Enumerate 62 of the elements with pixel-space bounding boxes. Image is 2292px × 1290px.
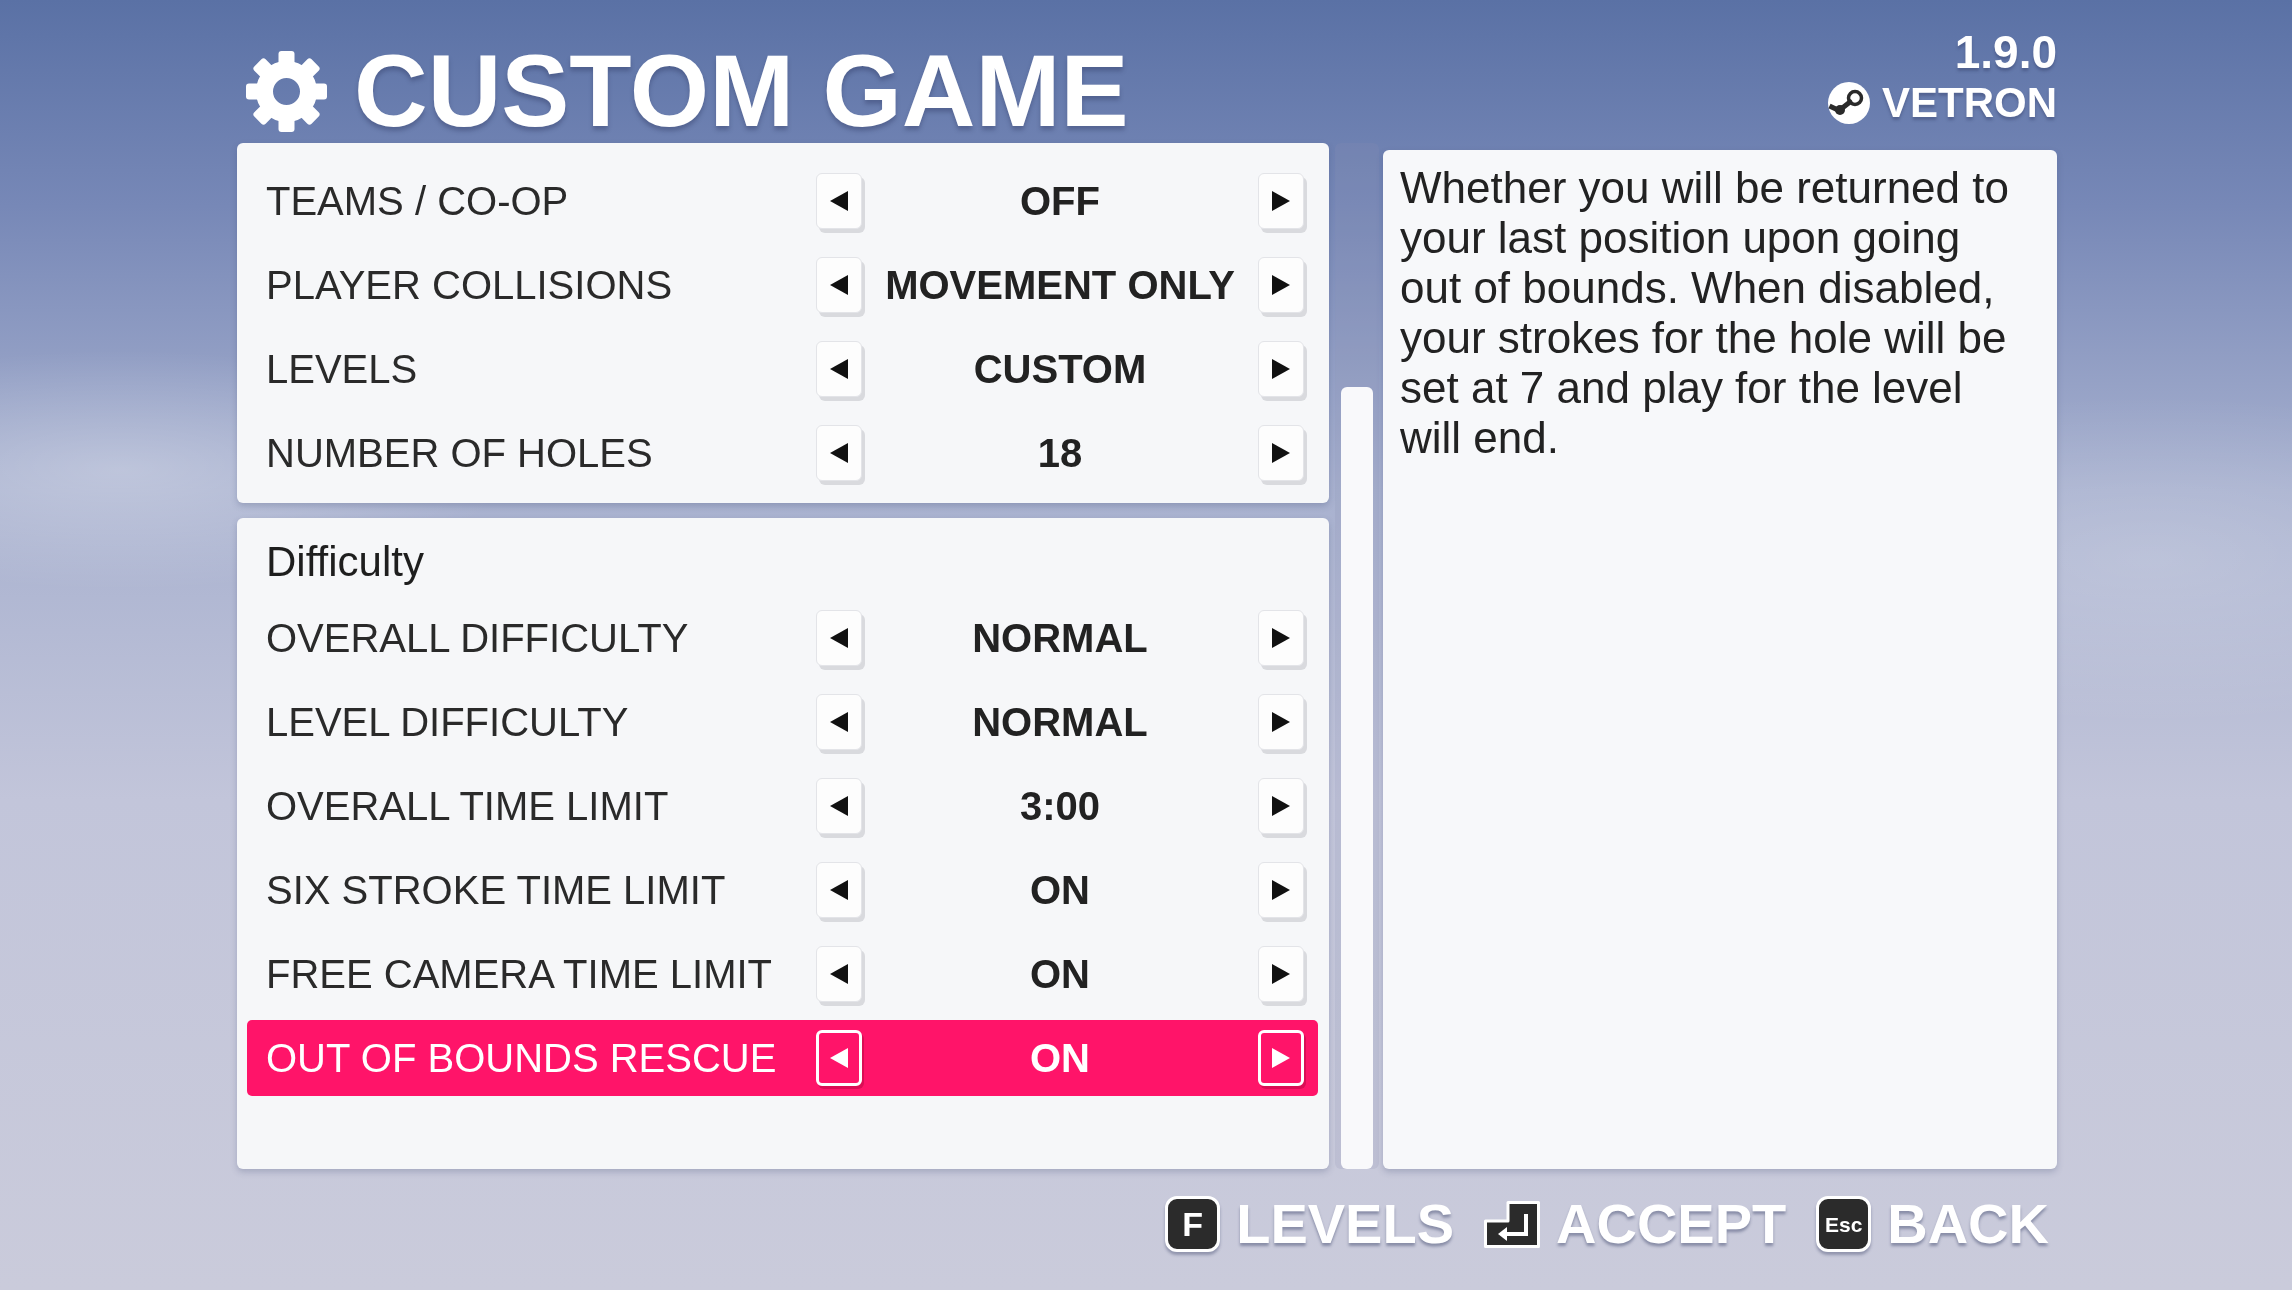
setting-label: OVERALL DIFFICULTY	[266, 615, 690, 662]
setting-row[interactable]: FREE CAMERA TIME LIMIT ON	[247, 936, 1318, 1012]
right-triangle-icon	[1272, 628, 1290, 648]
setting-row[interactable]: OVERALL TIME LIMIT 3:00	[247, 768, 1318, 844]
left-triangle-icon	[830, 796, 848, 816]
setting-label: LEVEL DIFFICULTY	[266, 699, 630, 746]
enter-key-icon	[1484, 1200, 1540, 1248]
setting-value: 3:00	[1018, 783, 1102, 830]
version-label: 1.9.0	[1954, 26, 2057, 78]
setting-row[interactable]: NUMBER OF HOLES 18	[247, 415, 1318, 491]
setting-value: ON	[1029, 951, 1091, 998]
setting-label: OVERALL TIME LIMIT	[266, 783, 670, 830]
left-triangle-icon	[830, 964, 848, 984]
section-heading: Difficulty	[265, 537, 425, 587]
setting-label: PLAYER COLLISIONS	[266, 262, 674, 309]
setting-row[interactable]: LEVEL DIFFICULTY NORMAL	[247, 684, 1318, 760]
left-triangle-icon	[830, 443, 848, 463]
right-triangle-icon	[1272, 1048, 1290, 1068]
right-triangle-icon	[1272, 443, 1290, 463]
left-triangle-icon	[830, 275, 848, 295]
setting-label: NUMBER OF HOLES	[266, 430, 654, 477]
left-triangle-icon	[830, 1048, 848, 1068]
setting-row[interactable]: TEAMS / CO-OP OFF	[247, 163, 1318, 239]
hint-button[interactable]: Esc BACK	[1816, 1194, 2049, 1254]
gear-icon	[245, 49, 328, 133]
hint-button[interactable]: F LEVELS	[1165, 1194, 1454, 1254]
setting-label: OUT OF BOUNDS RESCUE	[266, 1035, 778, 1082]
setting-value: CUSTOM	[972, 346, 1148, 393]
right-triangle-icon	[1272, 275, 1290, 295]
right-triangle-icon	[1272, 880, 1290, 900]
setting-value: NORMAL	[971, 699, 1149, 746]
key-cap: F	[1165, 1196, 1221, 1252]
setting-label: SIX STROKE TIME LIMIT	[266, 867, 727, 914]
scrollbar-thumb[interactable]	[1341, 387, 1373, 1169]
setting-value: ON	[1029, 1035, 1091, 1082]
page-title: CUSTOM GAME	[354, 39, 1129, 143]
setting-label: FREE CAMERA TIME LIMIT	[266, 951, 773, 998]
right-triangle-icon	[1272, 964, 1290, 984]
left-triangle-icon	[830, 191, 848, 211]
left-triangle-icon	[830, 359, 848, 379]
setting-label: LEVELS	[266, 346, 419, 393]
setting-row[interactable]: SIX STROKE TIME LIMIT ON	[247, 852, 1318, 928]
right-triangle-icon	[1272, 796, 1290, 816]
setting-row[interactable]: LEVELS CUSTOM	[247, 331, 1318, 407]
setting-label: TEAMS / CO-OP	[266, 178, 570, 225]
left-triangle-icon	[830, 880, 848, 900]
setting-value: 18	[1036, 430, 1084, 477]
setting-row[interactable]: OVERALL DIFFICULTY NORMAL	[247, 600, 1318, 676]
key-cap: Esc	[1816, 1196, 1872, 1252]
left-triangle-icon	[830, 628, 848, 648]
setting-value: MOVEMENT ONLY	[884, 262, 1236, 309]
logo-icon	[1828, 82, 1870, 124]
right-triangle-icon	[1272, 191, 1290, 211]
setting-value: OFF	[1019, 178, 1101, 225]
left-triangle-icon	[830, 712, 848, 732]
description-text: Whether you will be returned to your last position upon going out of bounds. When disabled, your strokes for the hole will be set at 7 and play for the level will end.	[1400, 163, 2010, 463]
setting-value: ON	[1029, 867, 1091, 914]
setting-row[interactable]: PLAYER COLLISIONS MOVEMENT ONLY	[247, 247, 1318, 323]
username-label: VETRON	[1882, 78, 2057, 128]
right-triangle-icon	[1272, 359, 1290, 379]
right-triangle-icon	[1272, 712, 1290, 732]
setting-value: NORMAL	[971, 615, 1149, 662]
